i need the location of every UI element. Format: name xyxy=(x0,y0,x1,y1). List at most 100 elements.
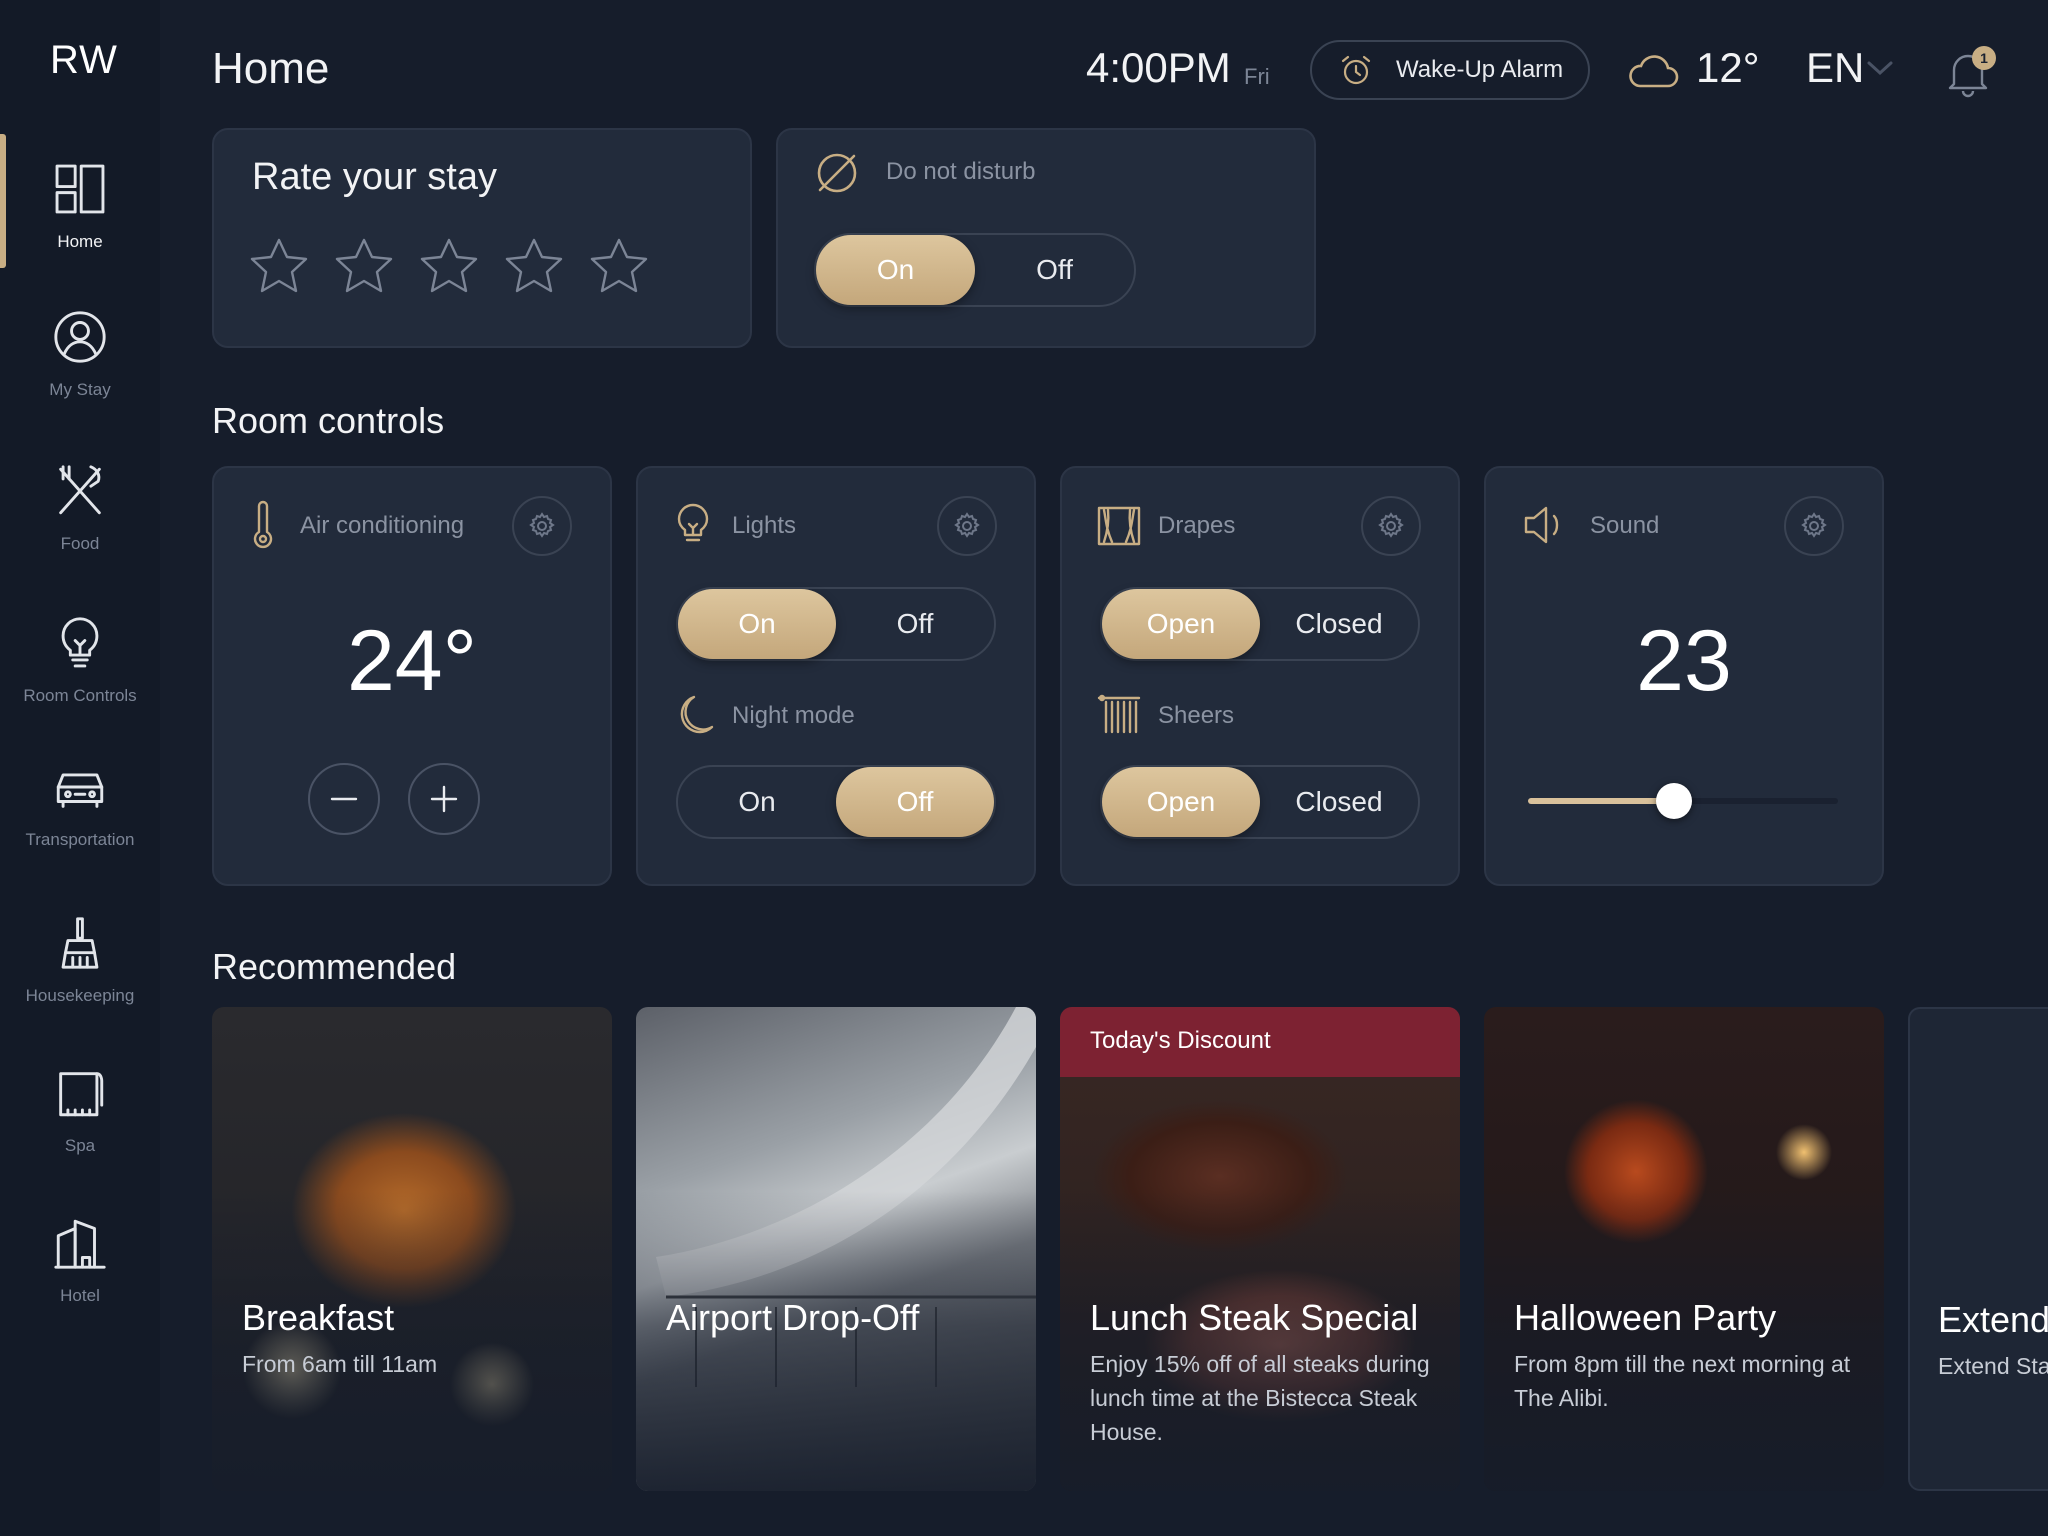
air-conditioning-settings-button[interactable] xyxy=(512,496,572,556)
air-conditioning-label: Air conditioning xyxy=(300,512,465,539)
user-icon xyxy=(54,311,106,363)
recommended-card-lunch-steak-special[interactable]: Today's Discount Lunch Steak Special Enj… xyxy=(1060,1007,1460,1491)
sidebar-item-label: My Stay xyxy=(49,380,111,399)
card-title: Lunch Steak Special xyxy=(1090,1297,1419,1338)
sheers-toggle[interactable]: Open Closed xyxy=(1100,765,1420,839)
do-not-disturb-icon xyxy=(814,150,860,196)
clock-day: Fri xyxy=(1244,64,1270,89)
sidebar-item-room-controls[interactable]: Room Controls xyxy=(0,614,160,744)
star-rating-2-icon[interactable] xyxy=(331,234,397,298)
alarm-clock-icon xyxy=(1341,55,1371,85)
sidebar-item-home[interactable]: Home xyxy=(0,160,160,290)
sidebar-item-label: Spa xyxy=(64,1136,96,1155)
gear-icon xyxy=(1801,512,1827,538)
sidebar-item-hotel[interactable]: Hotel xyxy=(0,1214,160,1344)
building-icon xyxy=(54,1219,106,1269)
drapes-toggle[interactable]: Open Closed xyxy=(1100,587,1420,661)
lights-off-option[interactable]: Off xyxy=(836,589,994,659)
temperature-increase-button[interactable] xyxy=(408,763,480,835)
lightbulb-icon xyxy=(670,500,716,550)
sidebar-item-my-stay[interactable]: My Stay xyxy=(0,308,160,438)
notification-badge: 1 xyxy=(1972,46,1996,70)
sidebar-item-spa[interactable]: Spa xyxy=(0,1064,160,1194)
rate-stay-title: Rate your stay xyxy=(252,156,497,198)
drapes-label: Drapes xyxy=(1158,512,1236,539)
page-title: Home xyxy=(212,44,330,93)
lights-label: Lights xyxy=(732,512,797,539)
lights-on-option[interactable]: On xyxy=(678,589,836,659)
lightbulb-icon xyxy=(61,617,99,668)
brand-logo: RW xyxy=(50,38,118,82)
discount-banner: Today's Discount xyxy=(1060,1007,1460,1077)
sidebar-item-label: Home xyxy=(57,232,103,251)
wake-up-alarm-label: Wake-Up Alarm xyxy=(1396,56,1564,83)
card-title: Halloween Party xyxy=(1514,1297,1777,1338)
card-overlay xyxy=(212,1191,612,1491)
moon-icon xyxy=(670,690,716,740)
recommended-card-halloween-party[interactable]: Halloween Party From 8pm till the next m… xyxy=(1484,1007,1884,1491)
sidebar-item-housekeeping[interactable]: Housekeeping xyxy=(0,914,160,1044)
night-mode-on-option[interactable]: On xyxy=(678,767,836,837)
dnd-off-option[interactable]: Off xyxy=(975,235,1134,305)
star-rating-3-icon[interactable] xyxy=(416,234,482,298)
sidebar-item-food[interactable]: Food xyxy=(0,462,160,592)
recommended-card-airport-drop-off[interactable]: Airport Drop-Off xyxy=(636,1007,1036,1491)
sidebar-item-label: Housekeeping xyxy=(25,986,135,1005)
thermometer-icon xyxy=(240,500,286,550)
sound-settings-button[interactable] xyxy=(1784,496,1844,556)
home-grid-icon xyxy=(55,164,105,214)
card-overlay xyxy=(636,1191,1036,1491)
card-title: Extend xyxy=(1938,1299,2048,1340)
card-subtitle: Extend Sta xyxy=(1938,1353,2048,1379)
drapes-open-option[interactable]: Open xyxy=(1102,589,1260,659)
speaker-icon xyxy=(1522,500,1568,550)
sheers-label: Sheers xyxy=(1158,702,1235,729)
dnd-on-option[interactable]: On xyxy=(816,235,975,305)
sidebar-item-label: Room Controls xyxy=(23,686,137,705)
air-conditioning-temperature: 24° xyxy=(346,613,478,709)
recommended-card-breakfast[interactable]: Breakfast From 6am till 11am xyxy=(212,1007,612,1491)
cloud-icon xyxy=(1626,48,1680,92)
towel-icon xyxy=(59,1072,104,1117)
gear-icon xyxy=(529,512,555,538)
chevron-down-icon[interactable] xyxy=(1866,58,1894,78)
card-subtitle: From 6am till 11am xyxy=(242,1351,438,1377)
card-title: Breakfast xyxy=(242,1297,395,1338)
card-overlay xyxy=(1484,1191,1884,1491)
car-icon xyxy=(56,773,104,808)
sound-volume-value: 23 xyxy=(1636,613,1732,709)
drapes-icon xyxy=(1096,500,1142,550)
temperature-decrease-button[interactable] xyxy=(308,763,380,835)
lights-settings-button[interactable] xyxy=(937,496,997,556)
sheers-open-option[interactable]: Open xyxy=(1102,767,1260,837)
sound-label: Sound xyxy=(1590,512,1660,539)
gear-icon xyxy=(1378,512,1404,538)
lights-toggle[interactable]: On Off xyxy=(676,587,996,661)
card-subtitle: Enjoy 15% off of all steaks during lunch… xyxy=(1090,1351,1430,1445)
recommended-card-extend-stay[interactable]: Extend Extend Sta xyxy=(1908,1007,2048,1491)
broom-icon xyxy=(61,917,99,969)
star-rating-5-icon[interactable] xyxy=(586,234,652,298)
clock-time: 4:00PM xyxy=(1086,44,1231,91)
drapes-closed-option[interactable]: Closed xyxy=(1260,589,1418,659)
language-selector[interactable]: EN xyxy=(1806,44,1864,92)
plus-icon xyxy=(430,785,458,813)
drapes-settings-button[interactable] xyxy=(1361,496,1421,556)
fork-knife-icon xyxy=(59,465,101,515)
night-mode-label: Night mode xyxy=(732,702,855,729)
sidebar-item-transportation[interactable]: Transportation xyxy=(0,758,160,888)
sidebar-item-label: Food xyxy=(60,534,100,553)
star-rating-4-icon[interactable] xyxy=(501,234,567,298)
sheers-closed-option[interactable]: Closed xyxy=(1260,767,1418,837)
dnd-toggle[interactable]: On Off xyxy=(814,233,1136,307)
sheers-icon xyxy=(1096,690,1142,740)
night-mode-off-option[interactable]: Off xyxy=(836,767,994,837)
star-rating-1-icon[interactable] xyxy=(246,234,312,298)
volume-slider-thumb[interactable] xyxy=(1655,783,1692,819)
weather-temperature: 12° xyxy=(1696,44,1760,91)
wake-up-alarm-button[interactable]: Wake-Up Alarm xyxy=(1310,40,1590,100)
sidebar-item-label: Transportation xyxy=(25,830,135,849)
card-subtitle: From 8pm till the next morning at The Al… xyxy=(1514,1351,1851,1411)
room-controls-title: Room controls xyxy=(212,400,445,441)
night-mode-toggle[interactable]: On Off xyxy=(676,765,996,839)
